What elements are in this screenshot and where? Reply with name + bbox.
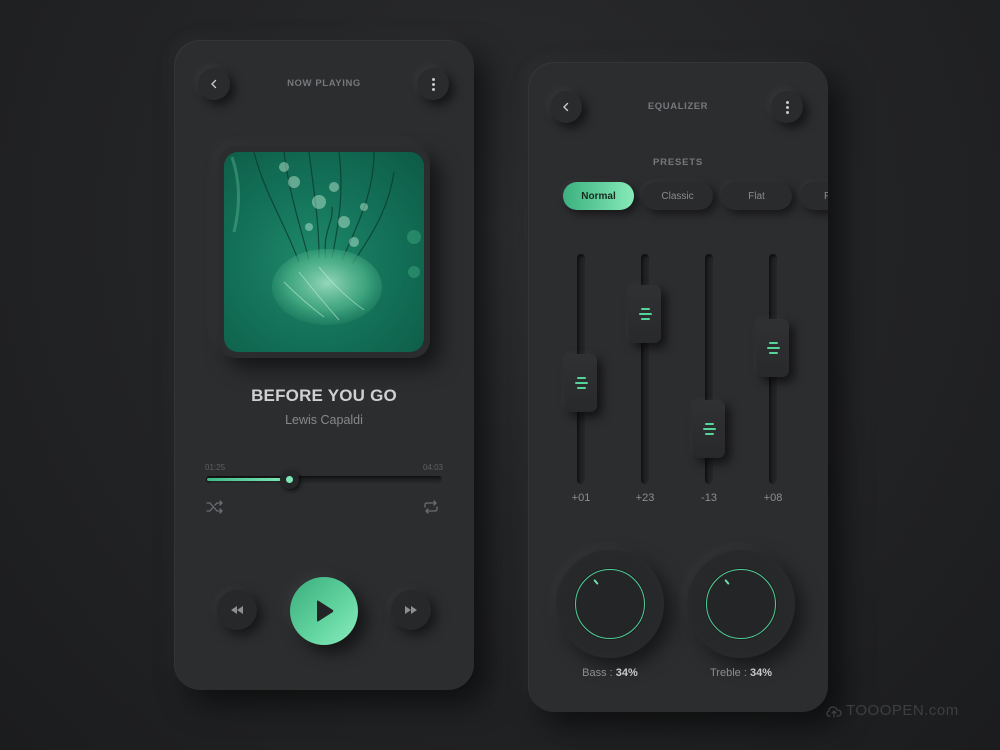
treble-name: Treble	[710, 667, 741, 679]
fast-forward-icon	[405, 606, 417, 614]
treble-dial-housing	[687, 550, 795, 658]
equalizer-screen: EQUALIZER PRESETS Normal Classic Flat P …	[528, 62, 828, 712]
eq-band-3-value: -13	[701, 492, 717, 504]
label-separator: :	[606, 667, 616, 679]
eq-band-2-handle[interactable]	[629, 284, 661, 343]
bass-dial[interactable]	[575, 569, 645, 639]
album-art-frame	[218, 146, 430, 358]
more-vertical-icon	[431, 77, 435, 91]
eq-band-4-value: +08	[763, 492, 783, 504]
eq-band-1-value: +01	[571, 492, 591, 504]
treble-dial[interactable]	[706, 569, 776, 639]
presets-label: PRESETS	[653, 157, 703, 168]
fast-forward-button[interactable]	[391, 590, 431, 630]
shuffle-button[interactable]	[206, 500, 224, 519]
bass-name: Bass	[582, 667, 607, 679]
bass-dial-housing	[556, 550, 664, 658]
eq-band-4-handle[interactable]	[757, 319, 789, 378]
preset-flat[interactable]: Flat	[721, 182, 792, 210]
treble-label: Treble : 34%	[681, 667, 801, 679]
watermark: TOOOPEN.com	[826, 702, 959, 719]
repeat-button[interactable]	[423, 500, 439, 519]
rewind-button[interactable]	[217, 590, 257, 630]
jellyfish-image-icon	[230, 152, 421, 325]
artist-name: Lewis Capaldi	[285, 413, 363, 427]
play-icon	[317, 600, 334, 622]
bass-value: 34%	[615, 667, 638, 679]
eq-band-1-handle[interactable]	[565, 353, 597, 412]
more-options-button[interactable]	[417, 68, 449, 100]
play-button[interactable]	[290, 577, 358, 645]
rewind-icon	[231, 606, 243, 614]
eq-band-3-handle[interactable]	[693, 399, 725, 458]
song-title: BEFORE YOU GO	[251, 386, 397, 405]
bass-label: Bass : 34%	[550, 667, 670, 679]
treble-dial-indicator	[724, 579, 730, 585]
progress-bar[interactable]	[206, 470, 442, 489]
eq-band-2-value: +23	[635, 492, 655, 504]
preset-classic[interactable]: Classic	[642, 182, 713, 210]
progress-fill	[207, 478, 286, 481]
repeat-icon	[424, 500, 438, 514]
watermark-text: TOOOPEN.com	[846, 702, 959, 719]
label-separator: :	[740, 667, 750, 679]
preset-partial[interactable]: P	[800, 182, 828, 210]
treble-value: 34%	[749, 667, 772, 679]
now-playing-screen: NOW PLAYING BEFORE YOU GO Lewis Capaldi …	[174, 40, 474, 690]
total-duration: 04:03	[422, 463, 443, 472]
cloud-upload-icon	[826, 705, 842, 718]
preset-normal[interactable]: Normal	[563, 182, 634, 210]
shuffle-icon	[206, 500, 223, 514]
more-vertical-icon	[785, 100, 789, 114]
album-art	[224, 152, 424, 352]
bass-dial-indicator	[593, 579, 599, 585]
elapsed-time: 01:25	[205, 463, 226, 472]
progress-thumb[interactable]	[279, 470, 299, 489]
more-options-button[interactable]	[771, 91, 803, 123]
